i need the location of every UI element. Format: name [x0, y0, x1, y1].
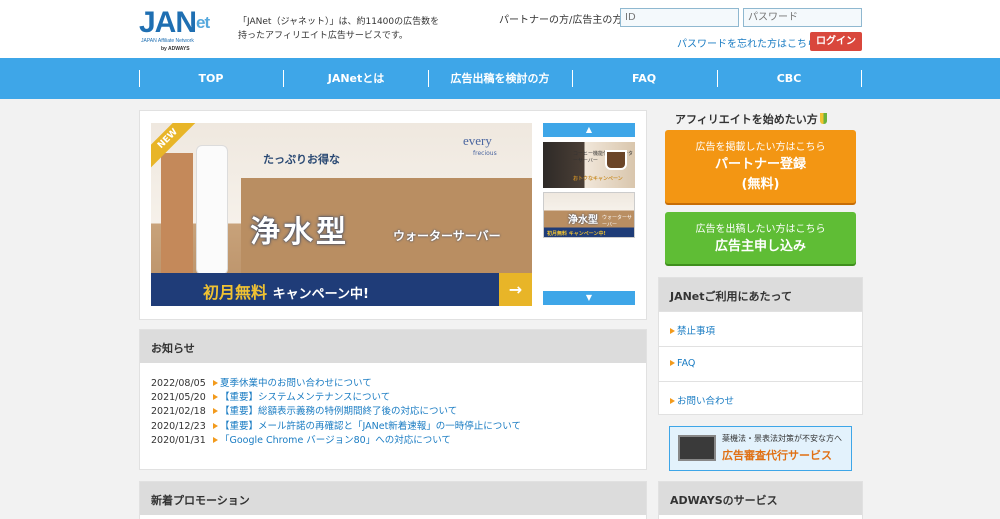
triangle-bullet-icon [213, 423, 218, 429]
hero-brand-sub: frecious [473, 150, 497, 157]
advertiser-cta-sub: 広告を出稿したい方はこちら [695, 224, 826, 235]
affiliate-heading-text: アフィリエイトを始めたい方 [675, 113, 818, 126]
news-item[interactable]: 2021/05/20 【重要】システムメンテナンスについて [151, 389, 390, 403]
news-title-link[interactable]: 「Google Chrome バージョン80」への対応について [220, 435, 451, 446]
news-item[interactable]: 2020/12/23 【重要】メール許諾の再確認と「JANet新着速報」の一時停止… [151, 418, 521, 432]
hero-title: 浄水型 [250, 215, 349, 250]
news-date: 2020/12/23 [151, 421, 206, 432]
intro-text: 「JANet（ジャネット）」は、約11400の広告数を持ったアフィリエイト広告サ… [238, 17, 440, 41]
usage-info-heading: JANetご利用にあたって [659, 278, 862, 311]
campaign-highlight: 初月無料 [203, 283, 268, 302]
coffee-cup-icon [605, 150, 627, 170]
affiliate-heading: アフィリエイトを始めたい方 [675, 111, 827, 127]
site-header: JANet JAPAN Affiliate Network by ADWAYS … [0, 0, 1000, 58]
thumbnail-title: 浄水型 [568, 215, 598, 226]
news-title-link[interactable]: 【重要】システムメンテナンスについて [220, 392, 390, 403]
arrow-right-icon[interactable]: → [499, 273, 532, 306]
news-date: 2022/08/05 [151, 378, 206, 389]
campaign-rest: キャンペーン中! [272, 287, 369, 302]
ad-review-service-banner[interactable]: 薬機法・景表法対策が不安な方へ 広告審査代行サービス [669, 426, 852, 471]
logo-text: JANet [139, 6, 210, 39]
advertiser-cta-main: 広告主申し込み [714, 239, 806, 254]
partner-register-button[interactable]: 広告を掲載したい方はこちら パートナー登録 (無料) [665, 130, 856, 203]
carousel-thumbnail-active[interactable]: 浄水型 ウォーターサーバー 初月無料 キャンペーン中! [543, 192, 635, 238]
triangle-bullet-icon [670, 328, 675, 334]
promotion-panel: 新着プロモーション [139, 481, 647, 519]
partner-cta-main: パートナー登録 [714, 157, 806, 172]
triangle-bullet-icon [213, 394, 218, 400]
news-panel: お知らせ 2022/08/05 夏季休業中のお問い合わせについて 2021/05/… [139, 329, 647, 470]
triangle-bullet-icon [213, 408, 218, 414]
thumbnail-text: おトクなキャンペーン [573, 176, 623, 182]
triangle-bullet-icon [670, 360, 675, 366]
carousel-thumbnail[interactable]: コーヒー機能付きウォーターサーバー おトクなキャンペーン [543, 142, 635, 188]
adways-services-panel: ADWAYSのサービス [658, 481, 863, 519]
password-input[interactable] [743, 8, 862, 27]
water-dispenser-image [196, 145, 228, 275]
news-heading: お知らせ [140, 330, 646, 363]
info-item-contact[interactable]: お問い合わせ [659, 381, 862, 416]
nav-item-faq[interactable]: FAQ [572, 70, 716, 88]
news-title-link[interactable]: 夏季休業中のお問い合わせについて [220, 378, 372, 389]
advertiser-apply-button[interactable]: 広告を出稿したい方はこちら 広告主申し込み [665, 212, 856, 264]
main-nav: TOP JANetとは 広告出稿を検討の方 FAQ CBC [0, 58, 1000, 99]
info-item-label: お問い合わせ [677, 396, 735, 407]
hero-brand: every [463, 133, 492, 148]
nav-item-top[interactable]: TOP [139, 70, 283, 88]
beginner-leaf-icon [819, 113, 827, 124]
info-item-faq[interactable]: FAQ [659, 346, 862, 381]
news-date: 2021/05/20 [151, 392, 206, 403]
partner-label: パートナーの方/広告主の方 [499, 15, 623, 26]
usage-info-panel: JANetご利用にあたって 禁止事項 FAQ お問い合わせ [658, 277, 863, 415]
review-banner-line1: 薬機法・景表法対策が不安な方へ [722, 434, 842, 443]
triangle-bullet-icon [670, 398, 675, 404]
hero-tagline: たっぷりお得な [263, 153, 340, 166]
info-item-label: FAQ [677, 358, 696, 369]
logo-by-adways: by ADWAYS [161, 46, 190, 52]
login-button[interactable]: ログイン [810, 32, 862, 51]
nav-item-cbc[interactable]: CBC [717, 70, 861, 88]
triangle-bullet-icon [213, 380, 218, 386]
partner-cta-free: (無料) [741, 177, 780, 192]
triangle-bullet-icon [213, 437, 218, 443]
info-item-label: 禁止事項 [677, 326, 716, 337]
news-item[interactable]: 2021/02/18 【重要】総額表示義務の特例期間終了後の対応について [151, 403, 457, 417]
news-title-link[interactable]: 【重要】メール許諾の再確認と「JANet新着速報」の一時停止について [220, 421, 521, 432]
news-title-link[interactable]: 【重要】総額表示義務の特例期間終了後の対応について [220, 406, 457, 417]
news-item[interactable]: 2022/08/05 夏季休業中のお問い合わせについて [151, 375, 372, 389]
news-date: 2020/01/31 [151, 435, 206, 446]
news-item[interactable]: 2020/01/31 「Google Chrome バージョン80」への対応につい… [151, 432, 451, 446]
hero-subtitle: ウォーターサーバー [393, 229, 501, 243]
laptop-icon [678, 435, 716, 461]
logo-subtitle: JAPAN Affiliate Network [141, 38, 194, 44]
adways-services-heading: ADWAYSのサービス [659, 482, 862, 515]
review-banner-line2: 広告審査代行サービス [722, 449, 832, 462]
promotion-heading: 新着プロモーション [140, 482, 646, 515]
thumbnail-banner: 初月無料 キャンペーン中! [547, 231, 606, 237]
id-input[interactable] [620, 8, 739, 27]
carousel-up-button[interactable]: ▲ [543, 123, 635, 137]
hero-campaign-bar: 初月無料 キャンペーン中! → [151, 273, 532, 306]
info-item-prohibited[interactable]: 禁止事項 [659, 311, 862, 346]
thumbnail-subtitle: ウォーターサーバー [602, 215, 632, 228]
janet-logo[interactable]: JANet JAPAN Affiliate Network by ADWAYS [139, 6, 227, 53]
nav-divider [861, 70, 862, 87]
nav-item-advertisers[interactable]: 広告出稿を検討の方 [428, 70, 572, 88]
hero-campaign-text: 初月無料 キャンペーン中! [203, 279, 369, 303]
forgot-password-link[interactable]: パスワードを忘れた方はこちら [677, 35, 817, 50]
hero-banner[interactable]: NEW たっぷりお得な every frecious 浄水型 ウォーターサーバー… [151, 123, 532, 306]
news-date: 2021/02/18 [151, 406, 206, 417]
nav-item-about[interactable]: JANetとは [284, 70, 428, 88]
partner-cta-sub: 広告を掲載したい方はこちら [695, 142, 826, 153]
carousel-down-button[interactable]: ▼ [543, 291, 635, 305]
